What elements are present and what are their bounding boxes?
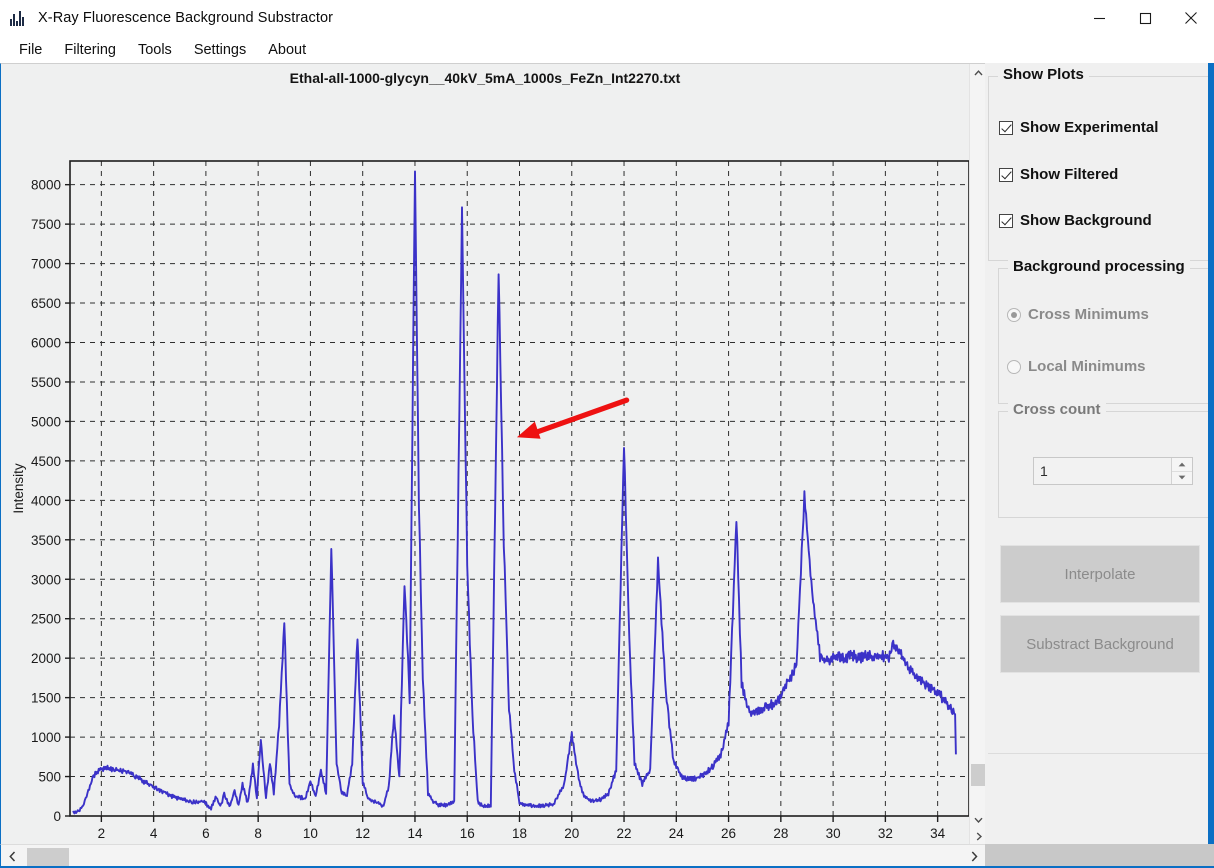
svg-text:2500: 2500 bbox=[31, 612, 61, 627]
background-processing-legend: Background processing bbox=[1008, 258, 1190, 275]
svg-text:14: 14 bbox=[407, 826, 423, 841]
svg-text:6500: 6500 bbox=[31, 296, 61, 311]
hscroll-right-chevron-right-icon[interactable] bbox=[963, 845, 985, 868]
cross-count-legend: Cross count bbox=[1008, 401, 1106, 418]
main-content: Ethal-all-1000-glycyn__40kV_5mA_1000s_Fe… bbox=[0, 63, 1214, 868]
svg-text:2000: 2000 bbox=[31, 651, 61, 666]
checkbox-show-filtered[interactable]: Show Filtered bbox=[999, 166, 1118, 183]
panel-divider bbox=[988, 753, 1210, 754]
svg-text:4: 4 bbox=[150, 826, 158, 841]
interpolate-button[interactable]: Interpolate bbox=[1000, 545, 1200, 603]
svg-text:16: 16 bbox=[460, 826, 475, 841]
panel-bottom-strip bbox=[985, 844, 1214, 868]
svg-text:4000: 4000 bbox=[31, 493, 61, 508]
radio-local-minimums-label: Local Minimums bbox=[1028, 358, 1146, 375]
svg-text:3000: 3000 bbox=[31, 572, 61, 587]
svg-text:18: 18 bbox=[512, 826, 527, 841]
title-bar: X-Ray Fluorescence Background Substracto… bbox=[0, 0, 1214, 36]
svg-text:1000: 1000 bbox=[31, 730, 61, 745]
menu-bar: File Filtering Tools Settings About bbox=[0, 36, 1214, 64]
menu-item-tools[interactable]: Tools bbox=[127, 40, 183, 60]
checkbox-show-background-box[interactable] bbox=[999, 213, 1013, 228]
svg-text:32: 32 bbox=[878, 826, 893, 841]
menu-item-settings[interactable]: Settings bbox=[183, 40, 257, 60]
svg-text:26: 26 bbox=[721, 826, 736, 841]
checkbox-show-experimental-label: Show Experimental bbox=[1020, 119, 1159, 136]
svg-text:7000: 7000 bbox=[31, 257, 61, 272]
svg-text:1500: 1500 bbox=[31, 691, 61, 706]
window-title: X-Ray Fluorescence Background Substracto… bbox=[38, 10, 334, 26]
radio-cross-minimums[interactable]: Cross Minimums bbox=[1007, 306, 1149, 323]
checkbox-show-experimental[interactable]: Show Experimental bbox=[999, 119, 1158, 136]
plot-horizontal-scroll-thumb[interactable] bbox=[27, 848, 69, 866]
cross-count-stepper[interactable]: 1 bbox=[1033, 457, 1193, 485]
plot-vertical-scrollbar[interactable] bbox=[969, 64, 985, 844]
checkbox-show-experimental-box[interactable] bbox=[999, 120, 1013, 135]
svg-text:10: 10 bbox=[303, 826, 318, 841]
svg-text:22: 22 bbox=[617, 826, 632, 841]
show-plots-legend: Show Plots bbox=[998, 66, 1089, 83]
window-controls bbox=[1076, 0, 1214, 36]
svg-text:7500: 7500 bbox=[31, 217, 61, 232]
svg-text:12: 12 bbox=[355, 826, 370, 841]
substract-background-button-label: Substract Background bbox=[1026, 635, 1174, 653]
window-right-accent-strip bbox=[1208, 63, 1214, 868]
app-chart-bars-icon bbox=[10, 10, 28, 26]
maximize-icon[interactable] bbox=[1122, 0, 1168, 36]
radio-cross-minimums-label: Cross Minimums bbox=[1028, 306, 1149, 323]
interpolate-button-label: Interpolate bbox=[1064, 565, 1136, 583]
plot-client-area: Ethal-all-1000-glycyn__40kV_5mA_1000s_Fe… bbox=[0, 63, 985, 844]
menu-item-filtering[interactable]: Filtering bbox=[53, 40, 127, 60]
cross-count-increment-triangle-up-icon[interactable] bbox=[1172, 458, 1192, 472]
svg-text:28: 28 bbox=[773, 826, 788, 841]
cross-count-spin-buttons[interactable] bbox=[1171, 458, 1192, 484]
svg-text:8: 8 bbox=[254, 826, 262, 841]
chart-svg: 0 500 1000 1500 2000 2500 3000 3500 4000 4500 5000… bbox=[11, 160, 969, 841]
radio-cross-minimums-button[interactable] bbox=[1007, 307, 1021, 322]
radio-local-minimums-button[interactable] bbox=[1007, 359, 1021, 374]
menu-item-about[interactable]: About bbox=[257, 40, 317, 60]
cross-count-value[interactable]: 1 bbox=[1034, 458, 1171, 484]
checkbox-show-background[interactable]: Show Background bbox=[999, 212, 1152, 229]
svg-text:3500: 3500 bbox=[31, 533, 61, 548]
svg-text:5000: 5000 bbox=[31, 414, 61, 429]
svg-text:30: 30 bbox=[826, 826, 841, 841]
svg-text:34: 34 bbox=[930, 826, 946, 841]
svg-text:4500: 4500 bbox=[31, 454, 61, 469]
background-processing-group: Background processing bbox=[998, 258, 1210, 404]
svg-text:2: 2 bbox=[98, 826, 106, 841]
svg-text:8000: 8000 bbox=[31, 178, 61, 193]
checkbox-show-filtered-label: Show Filtered bbox=[1020, 166, 1119, 183]
svg-text:500: 500 bbox=[38, 770, 61, 785]
cross-count-decrement-triangle-down-icon[interactable] bbox=[1172, 471, 1192, 484]
checkbox-show-background-label: Show Background bbox=[1020, 212, 1152, 229]
svg-text:24: 24 bbox=[669, 826, 685, 841]
substract-background-button[interactable]: Substract Background bbox=[1000, 615, 1200, 673]
plot-horizontal-scrollbar[interactable] bbox=[0, 844, 985, 868]
scroll-up-chevron-up-icon[interactable] bbox=[970, 64, 985, 81]
menu-item-file[interactable]: File bbox=[8, 40, 53, 60]
minimize-icon[interactable] bbox=[1076, 0, 1122, 36]
svg-text:6: 6 bbox=[202, 826, 210, 841]
svg-text:20: 20 bbox=[564, 826, 579, 841]
svg-text:6000: 6000 bbox=[31, 336, 61, 351]
scroll-down-chevron-down-icon[interactable] bbox=[970, 811, 985, 828]
svg-text:5500: 5500 bbox=[31, 375, 61, 390]
plot-vertical-scroll-thumb[interactable] bbox=[971, 764, 985, 786]
radio-local-minimums[interactable]: Local Minimums bbox=[1007, 358, 1146, 375]
svg-text:Intensity: Intensity bbox=[11, 463, 26, 514]
scroll-corner-chevron-right-icon[interactable] bbox=[970, 828, 985, 844]
hscroll-left-chevron-left-icon[interactable] bbox=[1, 845, 23, 868]
spectrum-plot: Ethal-all-1000-glycyn__40kV_5mA_1000s_Fe… bbox=[1, 64, 969, 844]
svg-text:0: 0 bbox=[53, 809, 61, 824]
checkbox-show-filtered-box[interactable] bbox=[999, 167, 1013, 182]
close-icon[interactable] bbox=[1168, 0, 1214, 36]
